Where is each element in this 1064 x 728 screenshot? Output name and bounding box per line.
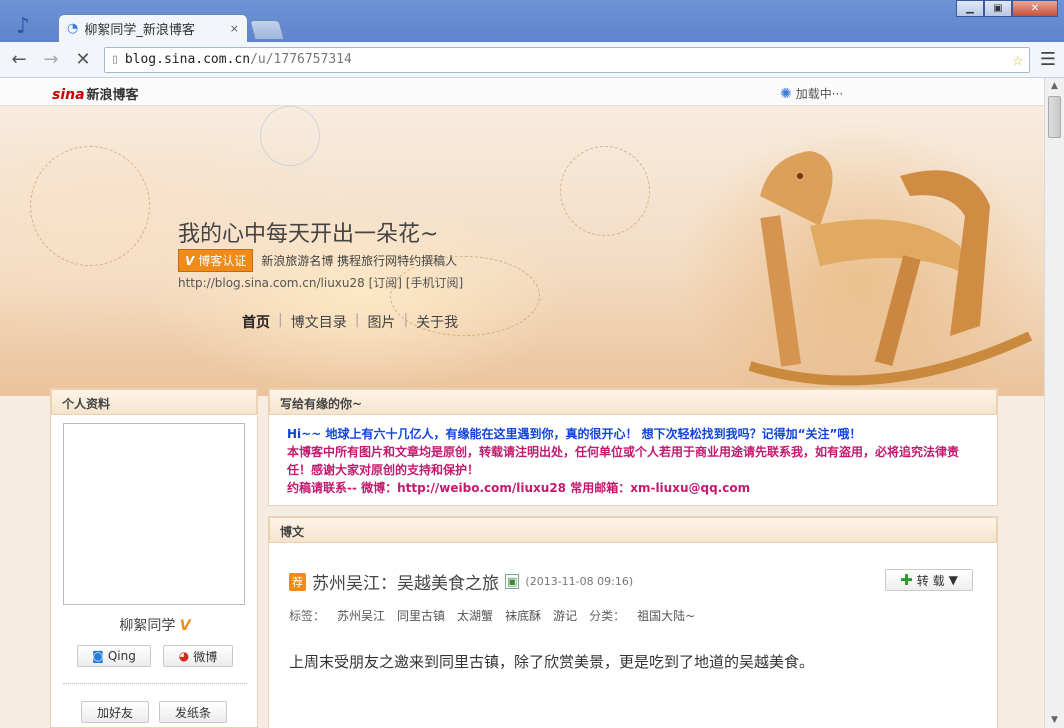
tag-link[interactable]: 袜底酥 xyxy=(505,607,541,624)
new-tab-button[interactable] xyxy=(249,20,285,40)
cert-badge[interactable]: V 博客认证 xyxy=(178,249,254,272)
post-title[interactable]: 苏州吴江：吴越美食之旅 xyxy=(312,569,499,594)
nav-home[interactable]: 首页 xyxy=(234,312,278,332)
bookmark-star-icon[interactable]: ☆ xyxy=(1013,50,1023,70)
welcome-line-2: 本博客中所有图片和文章均是原创，转载请注明出处，任何单位或个人若用于商业用途请先… xyxy=(287,445,960,477)
welcome-body: Hi~~ 地球上有六十几亿人，有缘能在这里遇到你，真的很开心！ 想下次轻松找到我… xyxy=(269,415,997,497)
welcome-module: 写给有缘的你~ Hi~~ 地球上有六十几亿人，有缘能在这里遇到你，真的很开心！ … xyxy=(268,388,998,506)
qing-icon: ◙ xyxy=(92,649,104,663)
posts-header: 博文 xyxy=(269,517,997,543)
back-arrow-icon[interactable]: ← xyxy=(8,49,30,70)
category-label: 分类： xyxy=(589,609,626,623)
loading-indicator: ✺ 加载中··· xyxy=(780,85,843,102)
minimize-icon[interactable]: ▁ xyxy=(956,0,984,17)
username-text[interactable]: 柳絮同学 xyxy=(119,618,175,634)
posts-module: 博文 荐 苏州吴江：吴越美食之旅 ▣ (2013-11-08 09:16) ✚ … xyxy=(268,516,998,728)
tag-link[interactable]: 苏州吴江 xyxy=(337,607,385,624)
rocking-horse-illustration xyxy=(748,151,1033,386)
flower-decoration-icon xyxy=(260,106,320,166)
blog-certification: V 博客认证 新浪旅游名博 携程旅行网特约撰稿人 xyxy=(178,249,457,272)
add-friend-button[interactable]: 加好友 xyxy=(81,701,149,723)
category-link[interactable]: 祖国大陆~ xyxy=(637,607,695,624)
cert-label: 博客认证 xyxy=(198,254,247,268)
qing-button[interactable]: ◙ Qing xyxy=(77,645,151,667)
dropdown-arrow-icon: ▼ xyxy=(948,573,958,587)
menu-icon[interactable]: ☰ xyxy=(1040,49,1056,70)
blog-banner: 我的心中每天开出一朵花~ V 博客认证 新浪旅游名博 携程旅行网特约撰稿人 htt… xyxy=(0,106,1044,396)
scroll-down-arrow-icon[interactable]: ▼ xyxy=(1045,712,1064,728)
sina-logo[interactable]: sina 新浪博客 xyxy=(52,84,139,103)
forward-arrow-icon[interactable]: → xyxy=(40,49,62,70)
loading-text: 加载中··· xyxy=(795,87,844,101)
tab-close-icon[interactable]: × xyxy=(230,22,239,35)
page-scrollbar[interactable]: ▲ ▼ xyxy=(1044,78,1064,728)
avatar[interactable] xyxy=(63,423,245,605)
browser-chrome: ♪ ◔ 柳絮同学_新浪博客 × ▁ ▣ ✕ ← → ✕ ▯ blog.sina.… xyxy=(0,0,1064,78)
nav-articles[interactable]: 博文目录 xyxy=(283,312,355,332)
cert-description: 新浪旅游名博 携程旅行网特约撰稿人 xyxy=(261,254,458,268)
post-tags: 标签： 苏州吴江 同里古镇 太湖蟹 袜底酥 游记 分类： 祖国大陆~ xyxy=(289,607,695,624)
url-host: blog.sina.com.cn xyxy=(124,52,251,67)
weibo-button[interactable]: ◕ 微博 xyxy=(163,645,233,667)
sina-top-bar: sina 新浪博客 ✺ 加载中··· xyxy=(0,78,1044,106)
browser-toolbar: ← → ✕ ▯ blog.sina.com.cn/u/1776757314 ☆ … xyxy=(0,42,1064,78)
stop-icon[interactable]: ✕ xyxy=(72,49,94,70)
scroll-thumb[interactable] xyxy=(1048,96,1061,138)
nav-photos[interactable]: 图片 xyxy=(359,312,403,332)
profile-module: 个人资料 柳絮同学 V ◙ Qing ◕ 微博 加好友 发纸条 xyxy=(50,388,258,728)
profile-username: 柳絮同学 V xyxy=(51,615,259,635)
tag-link[interactable]: 同里古镇 xyxy=(397,607,445,624)
nav-about[interactable]: 关于我 xyxy=(408,312,466,332)
page-icon: ▯ xyxy=(111,52,119,67)
window-controls: ▁ ▣ ✕ xyxy=(956,0,1058,17)
recommended-badge: 荐 xyxy=(289,572,306,591)
tab-blog[interactable]: ◔ 柳絮同学_新浪博客 × xyxy=(58,14,248,42)
sina-blog-text: 新浪博客 xyxy=(86,88,139,103)
repost-label: 转 载 xyxy=(916,573,945,588)
verified-v-icon: V xyxy=(179,618,191,634)
tag-link[interactable]: 游记 xyxy=(553,607,577,624)
divider xyxy=(63,683,247,684)
post-title-row: 荐 苏州吴江：吴越美食之旅 ▣ (2013-11-08 09:16) xyxy=(289,569,633,594)
flower-decoration-icon xyxy=(30,146,150,266)
address-bar[interactable]: ▯ blog.sina.com.cn/u/1776757314 ☆ xyxy=(104,46,1030,73)
post-date: (2013-11-08 09:16) xyxy=(525,575,634,588)
repost-button[interactable]: ✚ 转 载 ▼ xyxy=(885,569,973,591)
blog-nav: 首页 | 博文目录 | 图片 | 关于我 xyxy=(234,312,466,332)
blog-title: 我的心中每天开出一朵花~ xyxy=(178,222,439,247)
page-viewport: sina 新浪博客 ✺ 加载中··· 我的心中每天开出一朵花~ V 博客认证 新浪旅… xyxy=(0,78,1044,728)
qing-label: Qing xyxy=(107,649,136,663)
close-window-icon[interactable]: ✕ xyxy=(1012,0,1058,17)
welcome-line-1: Hi~~ 地球上有六十几亿人，有缘能在这里遇到你，真的很开心！ 想下次轻松找到我… xyxy=(287,427,862,441)
verified-v-icon: V xyxy=(185,253,195,268)
url-path: /u/1776757314 xyxy=(250,52,352,67)
weibo-label: 微博 xyxy=(193,649,218,664)
tab-title: 柳絮同学_新浪博客 xyxy=(84,23,195,38)
tab-loading-icon: ◔ xyxy=(67,21,79,36)
scroll-up-arrow-icon[interactable]: ▲ xyxy=(1045,78,1064,94)
flower-decoration-icon xyxy=(560,146,650,236)
tag-link[interactable]: 太湖蟹 xyxy=(457,607,493,624)
blog-url[interactable]: http://blog.sina.com.cn/liuxu28 [订阅] [手机… xyxy=(178,274,463,291)
maximize-icon[interactable]: ▣ xyxy=(984,0,1012,17)
send-note-button[interactable]: 发纸条 xyxy=(159,701,227,723)
music-note-icon: ♪ xyxy=(16,14,31,39)
post-excerpt: 上周末受朋友之邀来到同里古镇，除了欣赏美景，更是吃到了地道的吴越美食。 xyxy=(289,653,815,671)
plus-icon: ✚ xyxy=(900,571,913,589)
image-icon: ▣ xyxy=(505,574,520,589)
loading-spinner-icon: ✺ xyxy=(780,85,792,102)
welcome-line-3[interactable]: 约稿请联系-- 微博：http://weibo.com/liuxu28 常用邮箱… xyxy=(287,479,979,497)
tags-label: 标签： xyxy=(289,609,326,623)
welcome-header: 写给有缘的你~ xyxy=(269,389,997,415)
profile-header: 个人资料 xyxy=(51,389,257,415)
weibo-icon: ◕ xyxy=(178,649,190,663)
